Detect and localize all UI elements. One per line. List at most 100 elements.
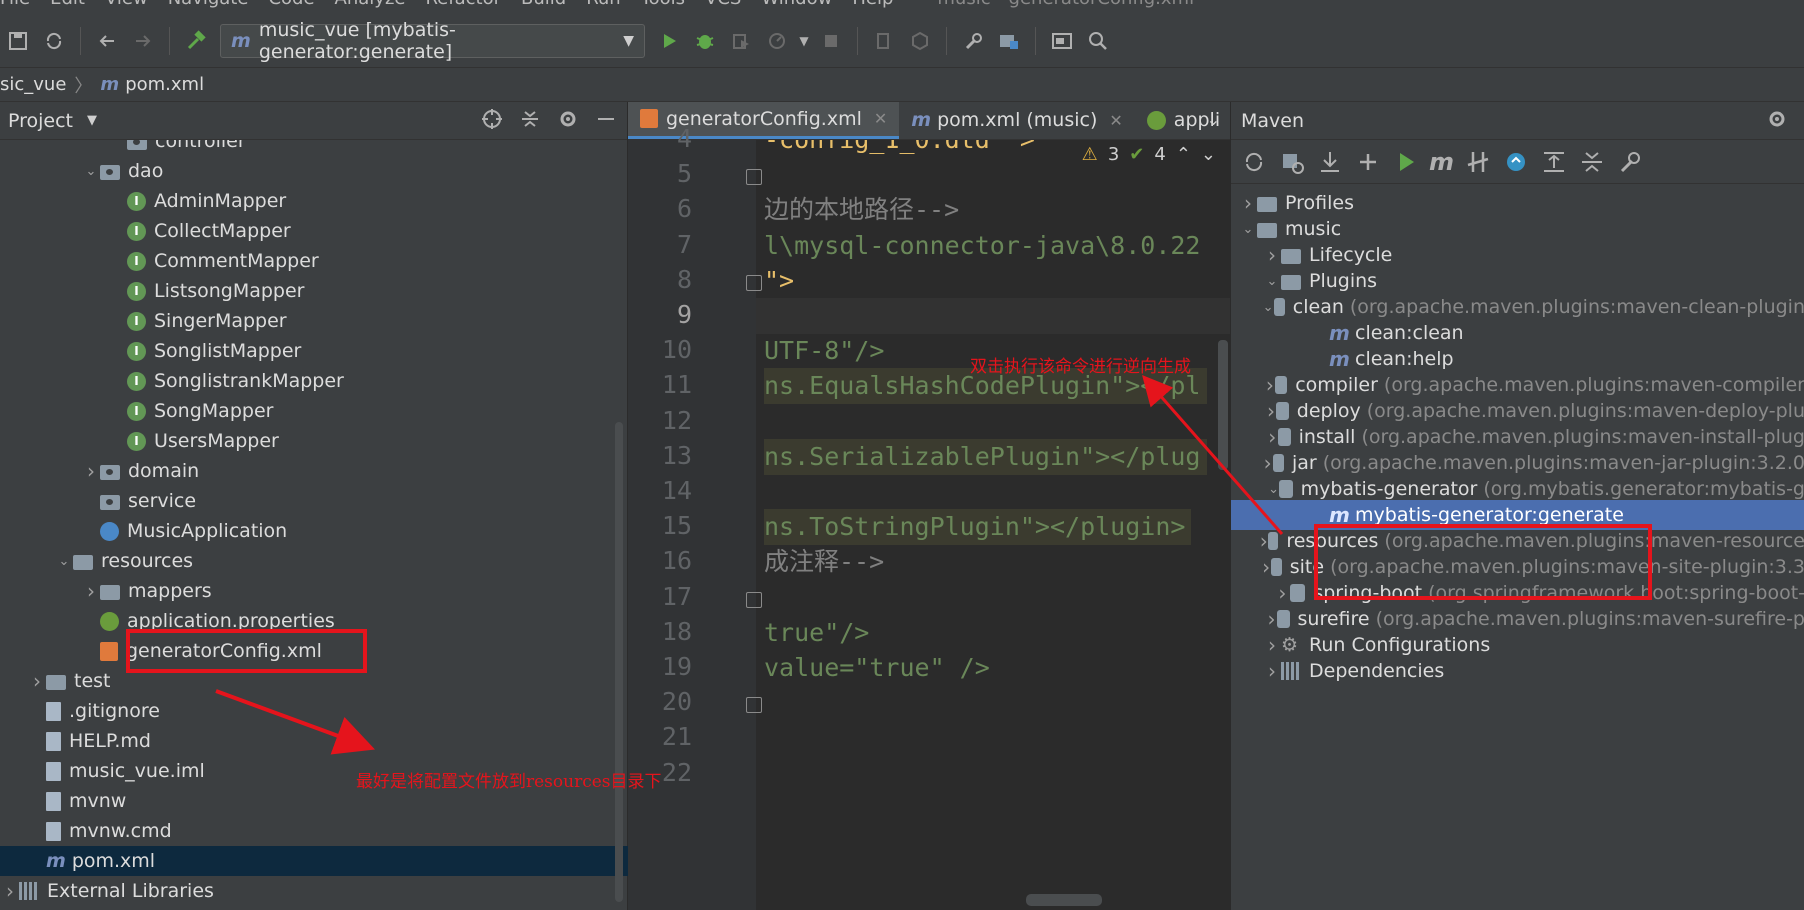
- coverage-icon[interactable]: [723, 23, 759, 59]
- chevron-right-icon[interactable]: ›: [1263, 243, 1281, 267]
- toggle-offline-icon[interactable]: [1463, 147, 1493, 177]
- forward-icon[interactable]: [125, 23, 161, 59]
- editor-vertical-scrollbar[interactable]: [1218, 340, 1228, 470]
- chevron-down-icon[interactable]: ⌄: [1201, 144, 1216, 165]
- menu-tools[interactable]: Tools: [641, 0, 685, 9]
- menu-navigate[interactable]: Navigate: [168, 0, 249, 9]
- back-icon[interactable]: [89, 23, 125, 59]
- chevron-right-icon[interactable]: ›: [1266, 425, 1277, 449]
- sync-icon[interactable]: [36, 23, 72, 59]
- build-hammer-icon[interactable]: [178, 23, 214, 59]
- tree-item[interactable]: .gitignore: [0, 696, 628, 726]
- tree-item[interactable]: mvnw.cmd: [0, 816, 628, 846]
- attach-icon[interactable]: [866, 23, 902, 59]
- close-icon[interactable]: ✕: [1109, 111, 1122, 130]
- project-scrollbar[interactable]: [615, 422, 623, 902]
- menu-view[interactable]: View: [105, 0, 148, 9]
- tree-item[interactable]: I CommentMapper: [0, 246, 628, 276]
- run-icon[interactable]: [651, 23, 687, 59]
- chevron-down-icon[interactable]: ⌄: [82, 164, 100, 179]
- locate-icon[interactable]: [481, 108, 503, 130]
- tab-pom-xml[interactable]: m pom.xml (music) ✕: [899, 102, 1135, 139]
- tree-item[interactable]: ⌄ dao: [0, 156, 628, 186]
- wrench-icon[interactable]: [955, 23, 991, 59]
- execute-goal-icon[interactable]: m: [1429, 148, 1454, 176]
- menu-edit[interactable]: Edit: [50, 0, 85, 9]
- tree-item[interactable]: › domain: [0, 456, 628, 486]
- breadcrumb-file[interactable]: pom.xml: [125, 74, 204, 95]
- tree-item[interactable]: › mappers: [0, 576, 628, 606]
- menu-window[interactable]: Window: [761, 0, 832, 9]
- tree-item[interactable]: I CollectMapper: [0, 216, 628, 246]
- tree-item[interactable]: › External Libraries: [0, 876, 628, 906]
- show-dependencies-icon[interactable]: [1539, 147, 1569, 177]
- menu-code[interactable]: Code: [268, 0, 314, 9]
- chevron-right-icon[interactable]: ›: [1263, 659, 1281, 683]
- download-icon[interactable]: [1315, 147, 1345, 177]
- menu-run[interactable]: Run: [586, 0, 621, 9]
- chevron-right-icon[interactable]: ›: [28, 669, 46, 693]
- debug-icon[interactable]: [687, 23, 723, 59]
- tree-item[interactable]: service: [0, 486, 628, 516]
- inspection-widget[interactable]: ⚠ 3 ✔ 4 ⌃ ⌄: [1082, 144, 1216, 165]
- chevron-right-icon[interactable]: ›: [1264, 373, 1275, 397]
- profile-icon[interactable]: [759, 23, 795, 59]
- maven-settings-icon[interactable]: [1615, 147, 1645, 177]
- chevron-right-icon[interactable]: ›: [82, 459, 100, 483]
- maven-tree-item[interactable]: › Dependencies: [1231, 656, 1804, 686]
- reload-icon[interactable]: [1239, 147, 1269, 177]
- skip-tests-icon[interactable]: [1501, 147, 1531, 177]
- project-structure-icon[interactable]: [991, 23, 1027, 59]
- services-icon[interactable]: [902, 23, 938, 59]
- menu-file[interactable]: File: [0, 0, 30, 9]
- menu-help[interactable]: Help: [852, 0, 893, 9]
- chevron-down-icon[interactable]: ⌄: [1263, 300, 1274, 315]
- chevron-right-icon[interactable]: ›: [1265, 399, 1276, 423]
- chevron-down-icon[interactable]: ⌄: [1239, 222, 1257, 237]
- chevron-right-icon[interactable]: ›: [1275, 581, 1289, 605]
- chevron-down-icon[interactable]: ⌄: [1207, 110, 1220, 129]
- chevron-up-icon[interactable]: ⌃: [1176, 144, 1191, 165]
- tree-item[interactable]: I SonglistMapper: [0, 336, 628, 366]
- chevron-right-icon[interactable]: ›: [1263, 451, 1273, 475]
- run-maven-icon[interactable]: [1391, 147, 1421, 177]
- collapse-all-icon[interactable]: [1577, 147, 1607, 177]
- breadcrumb-project[interactable]: sic_vue: [0, 74, 66, 95]
- code-area[interactable]: ⚠ 3 ✔ 4 ⌃ ⌄ -config_1_0.dtd" > 边的本地路径--> l…: [756, 140, 1230, 910]
- tree-item[interactable]: HELP.md: [0, 726, 628, 756]
- chevron-right-icon[interactable]: ›: [1261, 555, 1271, 579]
- tree-item[interactable]: ⌄ resources: [0, 546, 628, 576]
- add-icon[interactable]: [1353, 147, 1383, 177]
- chevron-right-icon[interactable]: ›: [1, 879, 19, 903]
- chevron-right-icon[interactable]: ›: [1239, 191, 1257, 215]
- tree-item[interactable]: I ListsongMapper: [0, 276, 628, 306]
- chevron-right-icon[interactable]: ›: [1266, 607, 1277, 631]
- chevron-down-icon[interactable]: ▼: [87, 113, 97, 128]
- tree-item[interactable]: I SingerMapper: [0, 306, 628, 336]
- stop-icon[interactable]: [813, 23, 849, 59]
- menu-analyze[interactable]: Analyze: [335, 0, 406, 9]
- tree-item[interactable]: MusicApplication: [0, 516, 628, 546]
- tree-item[interactable]: I UsersMapper: [0, 426, 628, 456]
- chevron-right-icon[interactable]: ›: [1263, 633, 1281, 657]
- chevron-down-icon[interactable]: ▼: [795, 23, 813, 59]
- tree-item[interactable]: m pom.xml: [0, 846, 628, 876]
- tree-item[interactable]: I SonglistrankMapper: [0, 366, 628, 396]
- chevron-down-icon[interactable]: ⌄: [55, 554, 73, 569]
- close-icon[interactable]: ✕: [874, 109, 887, 128]
- editor-horizontal-scrollbar[interactable]: [1026, 894, 1102, 906]
- chevron-down-icon[interactable]: ⌄: [1263, 274, 1281, 289]
- gear-icon[interactable]: [557, 108, 579, 130]
- tree-item[interactable]: I SongMapper: [0, 396, 628, 426]
- tree-item[interactable]: I AdminMapper: [0, 186, 628, 216]
- project-view-selector[interactable]: Project: [8, 110, 73, 132]
- collapse-all-icon[interactable]: [519, 108, 541, 130]
- save-all-icon[interactable]: [0, 23, 36, 59]
- chevron-right-icon[interactable]: ›: [82, 579, 100, 603]
- chevron-down-icon[interactable]: ⌄: [1268, 482, 1280, 497]
- generate-sources-icon[interactable]: [1277, 147, 1307, 177]
- search-icon[interactable]: [1080, 23, 1116, 59]
- menu-refactor[interactable]: Refactor: [425, 0, 501, 9]
- minimize-icon[interactable]: [595, 108, 617, 130]
- terminal-window-icon[interactable]: [1044, 23, 1080, 59]
